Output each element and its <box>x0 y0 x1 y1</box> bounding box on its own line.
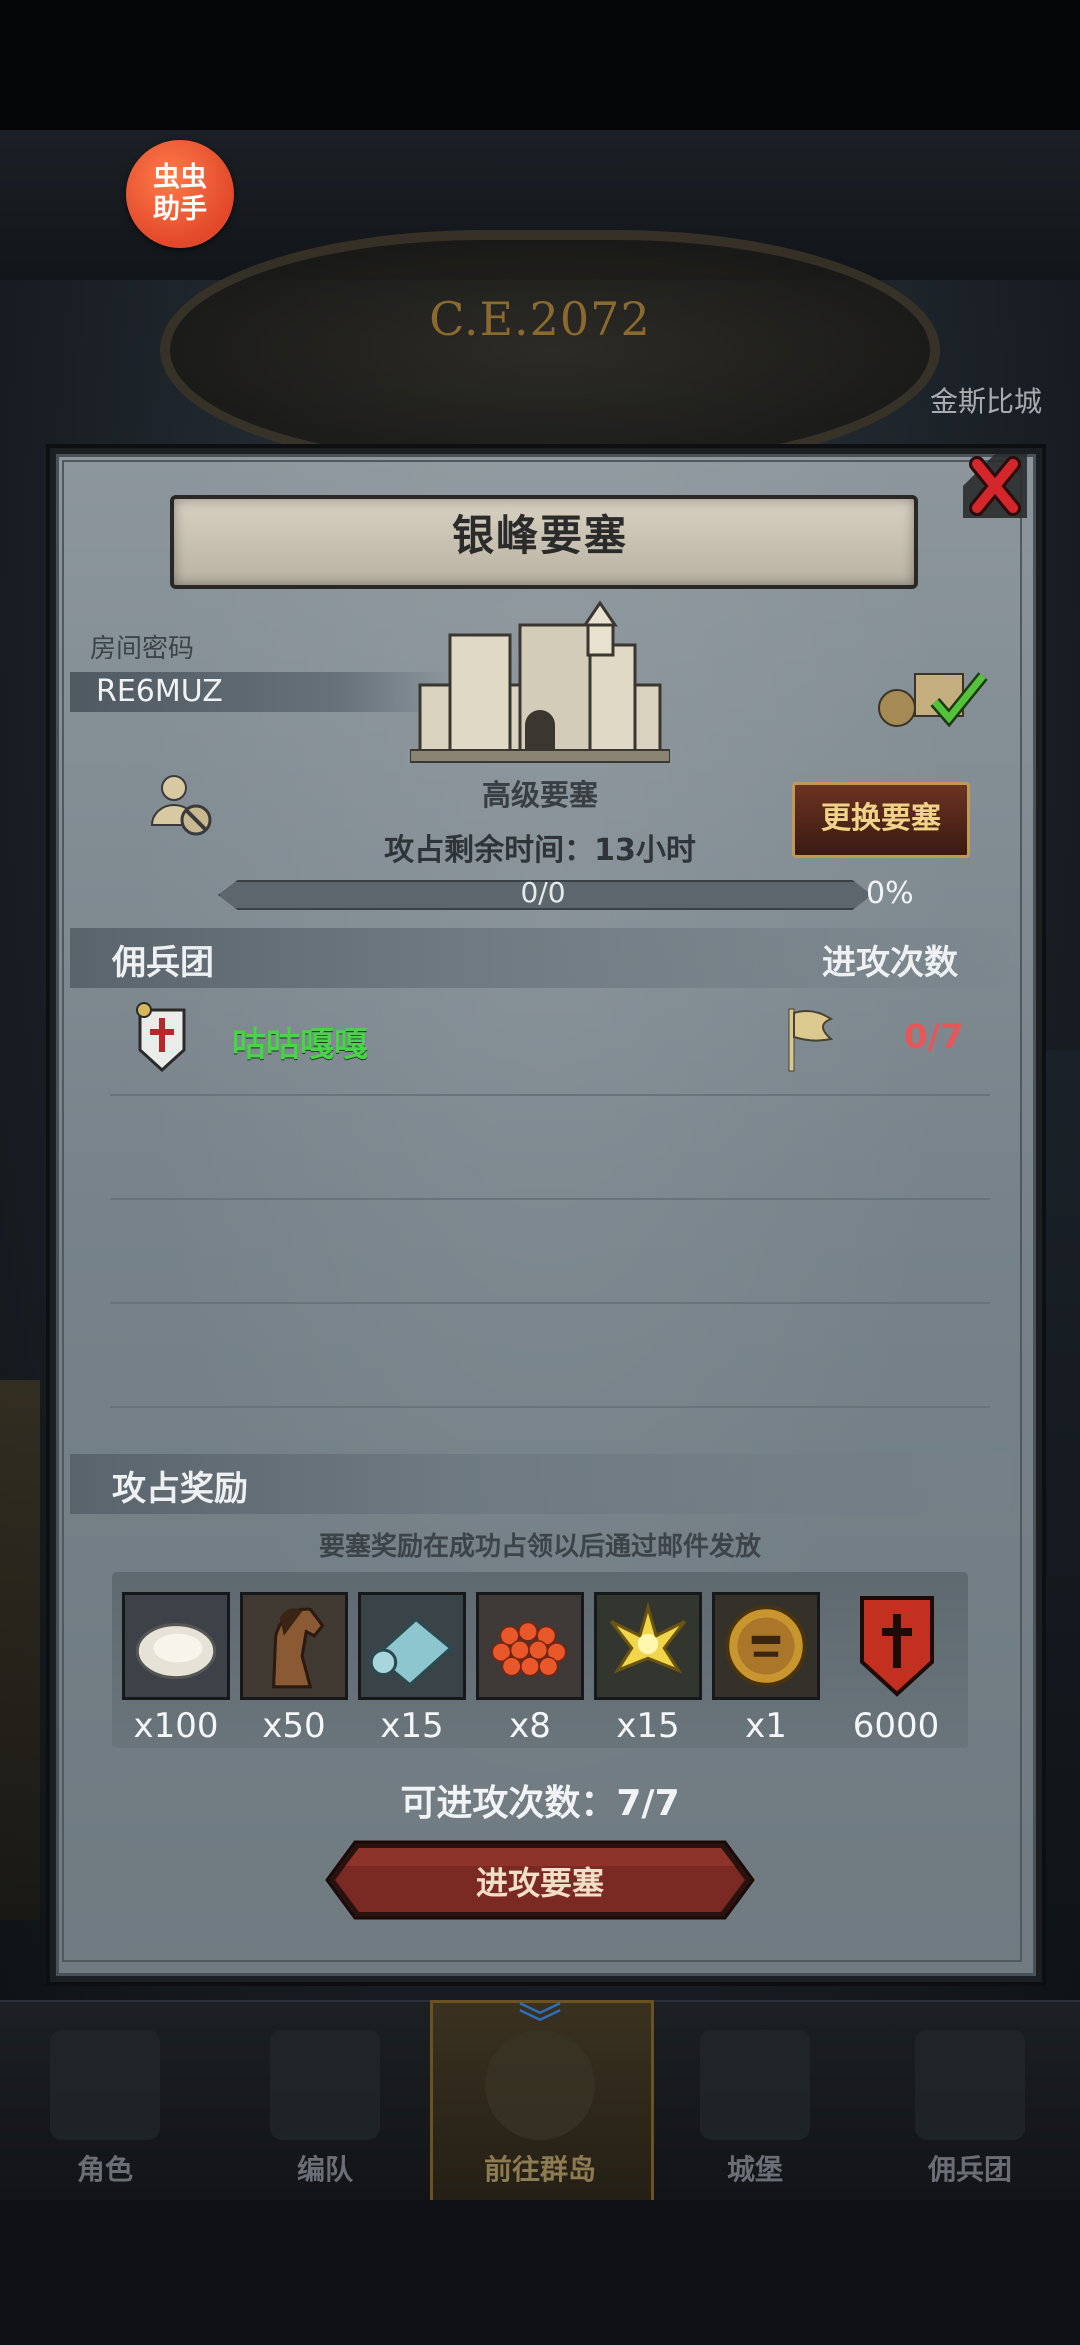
rewards-note: 要塞奖励在成功占领以后通过邮件发放 <box>318 1532 761 1562</box>
fortress-image <box>410 600 670 763</box>
status-bar-area <box>0 0 1080 130</box>
compass-icon <box>485 2030 595 2140</box>
nav-item-castle[interactable]: 城堡 <box>660 2030 850 2200</box>
reward-qty: x8 <box>509 1706 551 1746</box>
room-password-label: 房间密码 <box>90 634 195 664</box>
assistant-badge[interactable]: 虫虫助手 <box>126 140 234 248</box>
mercenary-banner-icon[interactable] <box>856 1592 938 1700</box>
supply-check-icon[interactable] <box>875 660 995 730</box>
flag-icon <box>788 1008 834 1072</box>
city-label: 金斯比城 <box>930 385 1043 418</box>
mercenary-icon <box>915 2030 1025 2140</box>
user-blocked-icon[interactable] <box>146 770 216 840</box>
reward-qty: x100 <box>133 1706 219 1746</box>
horse-icon[interactable] <box>240 1592 348 1700</box>
mercenary-name[interactable]: 咕咕嘎嘎 <box>232 1017 368 1066</box>
capture-progress-text: 0/0 <box>520 876 566 909</box>
table-row-empty <box>110 1094 990 1200</box>
helmet-medal-icon[interactable] <box>712 1592 820 1700</box>
reward-qty: x15 <box>616 1706 680 1746</box>
room-password-value[interactable]: RE6MUZ <box>96 674 223 709</box>
rewards-header: 攻占奖励 <box>112 1469 248 1509</box>
attack-fortress-label: 进攻要塞 <box>475 1864 604 1902</box>
attack-count: 可进攻次数：7/7 <box>400 1783 680 1824</box>
mercenary-attacks: 0/7 <box>904 1017 964 1057</box>
table-row-empty <box>110 1302 990 1408</box>
nav-item-mercenary[interactable]: 佣兵团 <box>875 2030 1065 2200</box>
castle-icon <box>700 2030 810 2140</box>
helmet-icon <box>270 2030 380 2140</box>
close-icon[interactable] <box>955 446 1035 526</box>
reward-qty: x50 <box>262 1706 326 1746</box>
reward-qty: x15 <box>380 1706 444 1746</box>
reward-qty: x1 <box>745 1706 787 1746</box>
swap-fortress-button[interactable]: 更换要塞 <box>792 782 970 858</box>
mercenary-emblem-icon <box>136 1002 186 1072</box>
roe-icon[interactable] <box>476 1592 584 1700</box>
era-clock-ornament <box>160 230 940 470</box>
nav-item-role[interactable]: 角色 <box>10 2030 200 2200</box>
table-row-empty <box>110 1198 990 1304</box>
oyster-icon[interactable] <box>122 1592 230 1700</box>
left-edge-panel <box>0 1380 40 1920</box>
nav-item-formation[interactable]: 编队 <box>230 2030 420 2200</box>
mercenary-header: 佣兵团 <box>112 943 214 983</box>
attacks-header: 进攻次数 <box>822 943 958 983</box>
knight-icon <box>50 2030 160 2140</box>
era-label: C.E.2072 <box>429 292 651 346</box>
nav-bottom-fill <box>0 2200 1080 2345</box>
nav-item-islands[interactable]: 前往群岛 <box>445 2030 635 2200</box>
cloth-icon[interactable] <box>358 1592 466 1700</box>
reward-qty: 6000 <box>852 1706 940 1746</box>
dialog-title: 银峰要塞 <box>451 511 628 560</box>
capture-progress-percent: 0% <box>866 876 914 911</box>
golden-crest-icon[interactable] <box>594 1592 702 1700</box>
